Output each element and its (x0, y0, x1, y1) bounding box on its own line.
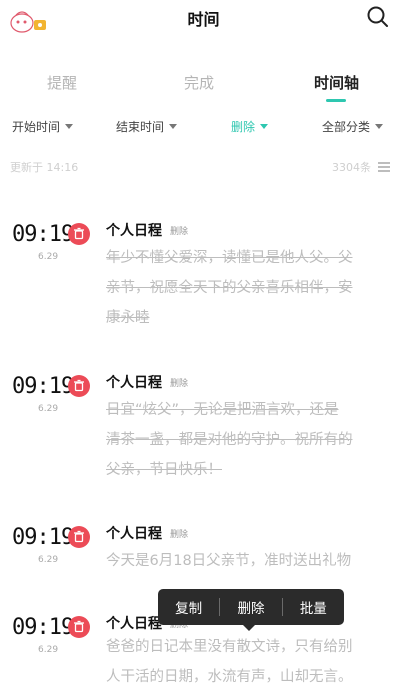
context-menu-pointer (242, 624, 256, 631)
entry-category: 个人日程 (106, 616, 162, 632)
delete-menu-item[interactable]: 删除 (220, 597, 281, 617)
filter-label: 全部分类 (322, 120, 371, 134)
entry-category: 个人日程 (106, 223, 162, 239)
filter-all-categories[interactable]: 全部分类 (322, 118, 384, 135)
entry-date: 6.29 (38, 555, 59, 565)
entry-line: 清茶一盏，都是对他的守护。祝所有的 (106, 432, 353, 448)
entry-date: 6.29 (38, 404, 59, 414)
batch-menu-item[interactable]: 批量 (283, 597, 344, 617)
filter-label: 开始时间 (12, 120, 61, 134)
filter-end-time[interactable]: 结束时间 (116, 118, 178, 135)
trash-icon[interactable] (68, 223, 90, 245)
caret-down-icon (65, 124, 74, 129)
entry-content: 日宜“炫父”，无论是把酒言欢，还是 清茶一盏，都是对他的守护。祝所有的 父亲，节… (106, 395, 398, 485)
filter-label: 删除 (231, 120, 256, 134)
app-header: 时间 (0, 0, 407, 40)
entry-line: 康永睦 (106, 310, 150, 326)
entry-date: 6.29 (38, 252, 59, 262)
active-tab-indicator (326, 99, 346, 102)
trash-icon[interactable] (68, 616, 90, 638)
last-updated-text: 更新于 14:16 (10, 161, 79, 174)
tab-completed[interactable]: 完成 (184, 72, 214, 93)
tab-timeline[interactable]: 时间轴 (314, 72, 359, 93)
trash-icon[interactable] (68, 526, 90, 548)
entry-content: 爸爸的日记本里没有散文诗，只有给别 人干活的日期，水流有声，山却无言。 (106, 632, 398, 692)
entry-line: 父亲，节日快乐！ (106, 462, 222, 478)
entry-content: 今天是6月18日父亲节，准时送出礼物 (106, 546, 398, 576)
entry-line: 日宜“炫父”，无论是把酒言欢，还是 (106, 402, 339, 418)
search-icon[interactable] (365, 4, 391, 30)
record-count-label: 3304条 (332, 161, 371, 174)
entry-status-tag: 删除 (170, 530, 189, 540)
entry-content: 年少不懂父爱深，读懂已是他人父。父 亲节，祝愿全天下的父亲喜乐相伴，安 康永睦 (106, 243, 398, 333)
entry-line: 人干活的日期，水流有声，山却无言。 (106, 669, 353, 685)
entry-status-tag: 删除 (170, 227, 189, 237)
caret-down-icon (375, 124, 384, 129)
caret-down-icon (260, 124, 269, 129)
trash-icon[interactable] (68, 375, 90, 397)
page-title: 时间 (187, 10, 220, 29)
entry-time: 09:19 (12, 374, 74, 399)
record-count: 3304条 (332, 159, 390, 175)
entry-time: 09:19 (12, 222, 74, 247)
entry-date: 6.29 (38, 645, 59, 655)
tab-reminder[interactable]: 提醒 (47, 72, 77, 93)
entry-category: 个人日程 (106, 375, 162, 391)
entry-line: 今天是6月18日父亲节，准时送出礼物 (106, 553, 352, 569)
list-icon[interactable] (378, 162, 390, 172)
filter-deleted[interactable]: 删除 (231, 118, 269, 135)
entry-line: 年少不懂父爱深，读懂已是他人父。父 (106, 250, 353, 266)
entry-line: 亲节，祝愿全天下的父亲喜乐相伴，安 (106, 280, 353, 296)
copy-menu-item[interactable]: 复制 (158, 597, 219, 617)
entry-category: 个人日程 (106, 526, 162, 542)
entry-status-tag: 删除 (170, 379, 189, 389)
filter-start-time[interactable]: 开始时间 (12, 118, 74, 135)
entry-line: 爸爸的日记本里没有散文诗，只有给别 (106, 639, 353, 655)
filter-label: 结束时间 (116, 120, 165, 134)
caret-down-icon (169, 124, 178, 129)
entry-time: 09:19 (12, 525, 74, 550)
context-menu: 复制 删除 批量 (158, 589, 344, 625)
entry-time: 09:19 (12, 615, 74, 640)
